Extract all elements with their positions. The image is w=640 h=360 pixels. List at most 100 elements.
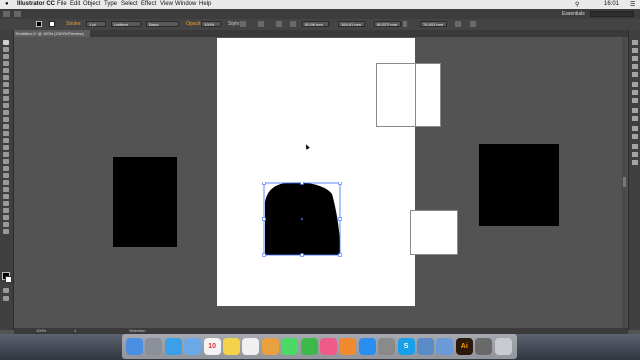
graphic-style-swatch[interactable] bbox=[240, 21, 246, 27]
line-tool-icon[interactable] bbox=[3, 89, 9, 94]
selected-black-shape[interactable] bbox=[262, 182, 344, 258]
stroke-swatch[interactable] bbox=[49, 21, 55, 27]
gradient-panel-icon[interactable] bbox=[632, 90, 638, 95]
transform-panel-icon[interactable] bbox=[632, 160, 638, 165]
menu-object[interactable]: Object bbox=[83, 1, 100, 7]
constrain-proportions-icon[interactable] bbox=[403, 21, 407, 27]
stroke-label[interactable]: Stroke: bbox=[66, 21, 82, 27]
preview-icon[interactable] bbox=[436, 338, 454, 355]
search-icon[interactable]: ⚲ bbox=[575, 1, 579, 8]
zoom-tool-icon[interactable] bbox=[3, 229, 9, 234]
brush-definition-dropdown[interactable]: Basic bbox=[146, 21, 179, 27]
system-preferences-icon[interactable] bbox=[378, 338, 396, 355]
facetime-icon[interactable] bbox=[300, 338, 318, 355]
symbols-panel-icon[interactable] bbox=[632, 72, 638, 77]
type-tool-icon[interactable] bbox=[3, 82, 9, 87]
direct-selection-tool-icon[interactable] bbox=[3, 47, 9, 52]
messages-icon[interactable] bbox=[281, 338, 299, 355]
stroke-profile-dropdown[interactable]: Uniform bbox=[111, 21, 141, 27]
slice-tool-icon[interactable] bbox=[3, 215, 9, 220]
screenshot-icon[interactable] bbox=[475, 338, 493, 355]
mesh-tool-icon[interactable] bbox=[3, 166, 9, 171]
rectangle-tool-icon[interactable] bbox=[3, 96, 9, 101]
launchpad-icon[interactable] bbox=[145, 338, 163, 355]
stroke-color-icon[interactable] bbox=[5, 276, 12, 283]
image-capture-icon[interactable] bbox=[417, 338, 434, 355]
reference-point-icon[interactable] bbox=[290, 21, 296, 27]
transparency-panel-icon[interactable] bbox=[632, 98, 638, 103]
stroke-weight-field[interactable]: 1 pt bbox=[86, 21, 106, 27]
list-icon[interactable]: ☰ bbox=[630, 1, 635, 8]
white-rectangle-large[interactable] bbox=[376, 63, 441, 127]
apple-icon[interactable]: ● bbox=[5, 1, 9, 7]
pen-tool-icon[interactable] bbox=[3, 68, 9, 73]
rotate-tool-icon[interactable] bbox=[3, 124, 9, 129]
scrollbar-thumb[interactable] bbox=[623, 177, 626, 187]
artboard-tool-icon[interactable] bbox=[3, 208, 9, 213]
workspace-switcher[interactable]: Essentials bbox=[562, 11, 585, 17]
appearance-panel-icon[interactable] bbox=[632, 108, 638, 113]
blend-tool-icon[interactable] bbox=[3, 187, 9, 192]
artboards-panel-icon[interactable] bbox=[632, 134, 638, 139]
ibooks-icon[interactable] bbox=[339, 338, 357, 355]
panel-menu-icon[interactable] bbox=[470, 21, 476, 27]
height-field[interactable]: 76,403 mm bbox=[420, 21, 447, 27]
eraser-tool-icon[interactable] bbox=[3, 117, 9, 122]
color-panel-icon[interactable] bbox=[632, 40, 638, 45]
black-rectangle-left[interactable] bbox=[113, 157, 177, 247]
finder-icon[interactable] bbox=[126, 338, 143, 355]
menu-file[interactable]: File bbox=[57, 1, 67, 7]
selection-tool-icon[interactable] bbox=[3, 40, 9, 45]
app-menu[interactable]: Illustrator CC bbox=[17, 1, 55, 7]
fill-swatch[interactable] bbox=[36, 21, 42, 27]
color-guide-panel-icon[interactable] bbox=[632, 48, 638, 53]
align-panel-icon[interactable] bbox=[632, 144, 638, 149]
graphic-styles-panel-icon[interactable] bbox=[632, 116, 638, 121]
app-store-icon[interactable] bbox=[358, 338, 376, 355]
menu-help[interactable]: Help bbox=[199, 1, 211, 7]
menu-type[interactable]: Type bbox=[104, 1, 117, 7]
arrange-documents-icon[interactable] bbox=[14, 11, 21, 17]
illustrator-icon[interactable]: Ai bbox=[455, 338, 473, 355]
scale-tool-icon[interactable] bbox=[3, 131, 9, 136]
safari-icon[interactable] bbox=[164, 338, 182, 355]
perspective-grid-tool-icon[interactable] bbox=[3, 159, 9, 164]
reminders-icon[interactable] bbox=[242, 338, 260, 355]
brushes-panel-icon[interactable] bbox=[632, 64, 638, 69]
transform-icon[interactable] bbox=[455, 21, 461, 27]
hand-tool-icon[interactable] bbox=[3, 222, 9, 227]
shape-builder-tool-icon[interactable] bbox=[3, 152, 9, 157]
y-position-field[interactable]: 164,61 mm bbox=[338, 21, 365, 27]
mail-icon[interactable] bbox=[184, 338, 202, 355]
vertical-scrollbar[interactable] bbox=[622, 37, 627, 328]
stroke-panel-icon[interactable] bbox=[632, 82, 638, 87]
menu-effect[interactable]: Effect bbox=[141, 1, 156, 7]
swatches-panel-icon[interactable] bbox=[632, 56, 638, 61]
skype-icon[interactable]: S bbox=[397, 338, 415, 355]
align-icon[interactable] bbox=[276, 21, 282, 27]
pathfinder-panel-icon[interactable] bbox=[632, 152, 638, 157]
width-field[interactable]: 60,572 mm bbox=[374, 21, 401, 27]
eyedropper-tool-icon[interactable] bbox=[3, 180, 9, 185]
width-tool-icon[interactable] bbox=[3, 138, 9, 143]
lasso-tool-icon[interactable] bbox=[3, 61, 9, 66]
gradient-tool-icon[interactable] bbox=[3, 173, 9, 178]
screen-mode-icon[interactable] bbox=[3, 296, 9, 301]
free-transform-tool-icon[interactable] bbox=[3, 145, 9, 150]
close-tab-icon[interactable]: ✕ bbox=[15, 30, 18, 37]
pencil-tool-icon[interactable] bbox=[3, 110, 9, 115]
symbol-sprayer-tool-icon[interactable] bbox=[3, 194, 9, 199]
calendar-icon[interactable]: 10 bbox=[203, 338, 221, 355]
white-rectangle-small[interactable] bbox=[410, 210, 458, 255]
search-field[interactable] bbox=[590, 11, 634, 17]
menu-window[interactable]: Window bbox=[175, 1, 196, 7]
document-tab[interactable]: ✕ Untitled-1* @ 100% (CMYK/Preview) bbox=[14, 30, 90, 37]
itunes-icon[interactable] bbox=[320, 338, 337, 355]
x-position-field[interactable]: 60,96 mm bbox=[302, 21, 329, 27]
curvature-tool-icon[interactable] bbox=[3, 75, 9, 80]
menu-select[interactable]: Select bbox=[121, 1, 138, 7]
opacity-field[interactable]: 100% bbox=[201, 21, 221, 27]
paintbrush-tool-icon[interactable] bbox=[3, 103, 9, 108]
photos-icon[interactable] bbox=[261, 338, 279, 355]
menu-edit[interactable]: Edit bbox=[70, 1, 80, 7]
